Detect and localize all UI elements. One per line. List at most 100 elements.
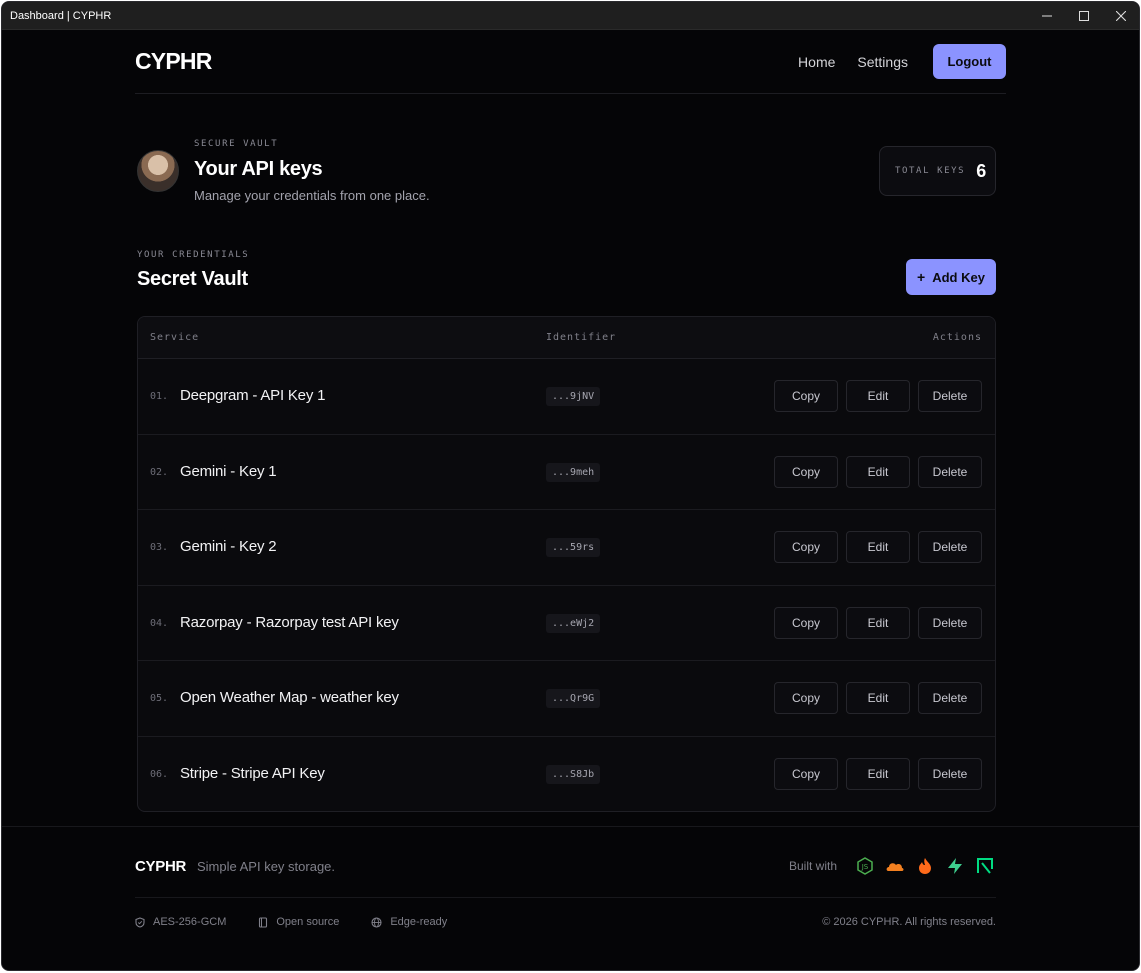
profile-eyebrow: SECURE VAULT: [194, 139, 279, 149]
table-row: 02. Gemini - Key 1 ...9meh Copy Edit Del…: [138, 435, 995, 511]
row-index: 05.: [150, 693, 169, 705]
add-key-label: Add Key: [932, 269, 985, 285]
total-keys-label: TOTAL KEYS: [895, 166, 966, 176]
delete-button[interactable]: Delete: [918, 682, 982, 715]
meta-edge-ready: Edge-ready: [371, 916, 447, 928]
plus-icon: +: [917, 269, 926, 285]
delete-button[interactable]: Delete: [918, 757, 982, 790]
footer-divider: [135, 897, 996, 898]
edit-button[interactable]: Edit: [846, 531, 910, 564]
page-title: Your API keys: [194, 158, 323, 180]
footer-inner: CYPHR Simple API key storage. Built with…: [135, 827, 996, 970]
column-header-actions: Actions: [932, 332, 982, 343]
delete-button[interactable]: Delete: [918, 606, 982, 639]
row-actions: Copy Edit Delete: [766, 606, 982, 639]
edit-button[interactable]: Edit: [846, 682, 910, 715]
shield-icon: [135, 916, 145, 928]
meta-encryption: AES-256-GCM: [135, 916, 226, 928]
row-index: 03.: [150, 542, 169, 554]
footer-logo[interactable]: CYPHR: [135, 858, 186, 875]
edit-button[interactable]: Edit: [846, 380, 910, 412]
footer: CYPHR Simple API key storage. Built with…: [2, 826, 1139, 970]
minimize-icon: [1041, 15, 1052, 16]
edit-button[interactable]: Edit: [846, 606, 910, 639]
row-index: 02.: [150, 466, 169, 478]
row-service: Gemini - Key 1: [180, 462, 277, 480]
row-actions: Copy Edit Delete: [766, 757, 982, 790]
footer-tagline: Simple API key storage.: [197, 859, 336, 874]
table-row: 04. Razorpay - Razorpay test API key ...…: [138, 586, 995, 662]
footer-meta: AES-256-GCM Open source Edge-ready: [135, 916, 479, 928]
meta-edge-ready-label: Edge-ready: [390, 916, 448, 928]
close-icon: [1115, 10, 1126, 21]
copy-button[interactable]: Copy: [774, 606, 838, 639]
copyright: © 2026 CYPHR. All rights reserved.: [822, 916, 996, 928]
table-row: 06. Stripe - Stripe API Key ...S8Jb Copy…: [138, 737, 995, 811]
meta-open-source-label[interactable]: Open source: [276, 916, 339, 928]
delete-button[interactable]: Delete: [918, 531, 982, 564]
row-service: Razorpay - Razorpay test API key: [180, 613, 399, 631]
title-bar: Dashboard | CYPHR: [2, 2, 1139, 30]
edit-button[interactable]: Edit: [846, 455, 910, 488]
row-service: Deepgram - API Key 1: [180, 387, 326, 404]
row-actions: Copy Edit Delete: [766, 682, 982, 715]
row-index: 01.: [150, 391, 169, 402]
copy-button[interactable]: Copy: [774, 380, 838, 412]
vault-title: Secret Vault: [137, 268, 248, 290]
row-identifier: ...59rs: [546, 538, 601, 558]
row-actions: Copy Edit Delete: [766, 380, 982, 412]
window-title: Dashboard | CYPHR: [10, 9, 112, 22]
firebase-icon: [914, 855, 936, 877]
copy-button[interactable]: Copy: [774, 455, 838, 488]
row-index: 06.: [150, 768, 169, 780]
edit-button[interactable]: Edit: [846, 757, 910, 790]
keys-table: Service Identifier Actions 01. Deepgram …: [137, 316, 996, 812]
meta-encryption-label: AES-256-GCM: [153, 916, 227, 928]
window-controls: [1028, 2, 1139, 30]
row-actions: Copy Edit Delete: [766, 531, 982, 564]
table-row: 03. Gemini - Key 2 ...59rs Copy Edit Del…: [138, 510, 995, 586]
row-identifier: ...9jNV: [546, 387, 601, 406]
table-row: 01. Deepgram - API Key 1 ...9jNV Copy Ed…: [138, 359, 995, 435]
copy-button[interactable]: Copy: [774, 531, 838, 564]
row-service: Gemini - Key 2: [180, 538, 277, 556]
app-window: Dashboard | CYPHR CYPHR Home Settings Lo…: [1, 1, 1140, 971]
book-icon: [259, 916, 268, 928]
nodejs-icon: JS: [854, 855, 876, 877]
supabase-icon: [944, 855, 966, 877]
meta-open-source: Open source: [258, 916, 339, 928]
row-identifier: ...9meh: [546, 462, 601, 482]
built-with-label: Built with: [788, 859, 837, 873]
built-with: Built with JS: [789, 855, 996, 877]
row-service: Open Weather Map - weather key: [180, 689, 399, 707]
total-keys-count: 6: [976, 160, 987, 181]
row-identifier: ...eWj2: [546, 613, 601, 633]
nuxt-icon: [974, 855, 996, 877]
delete-button[interactable]: Delete: [918, 455, 982, 488]
profile-header: SECURE VAULT Your API keys Manage your c…: [135, 30, 1006, 203]
table-row: 05. Open Weather Map - weather key ...Qr…: [138, 661, 995, 737]
column-header-identifier: Identifier: [546, 332, 617, 343]
add-key-button[interactable]: + Add Key: [906, 259, 996, 295]
row-service: Stripe - Stripe API Key: [180, 764, 325, 782]
row-identifier: ...Qr9G: [546, 689, 601, 709]
vault-eyebrow: YOUR CREDENTIALS: [137, 250, 250, 260]
page-subtitle: Manage your credentials from one place.: [194, 188, 430, 203]
minimize-button[interactable]: [1028, 2, 1065, 30]
copy-button[interactable]: Copy: [774, 757, 838, 790]
table-header: Service Identifier Actions: [138, 317, 995, 359]
maximize-icon: [1078, 10, 1089, 21]
globe-icon: [371, 916, 382, 928]
row-index: 04.: [150, 617, 169, 629]
row-identifier: ...S8Jb: [546, 764, 601, 784]
page-content: CYPHR Home Settings Logout SECURE VAULT …: [135, 30, 1006, 812]
delete-button[interactable]: Delete: [918, 380, 982, 412]
copy-button[interactable]: Copy: [774, 682, 838, 715]
row-actions: Copy Edit Delete: [766, 455, 982, 488]
maximize-button[interactable]: [1065, 2, 1102, 30]
cloudflare-icon: [884, 855, 906, 877]
total-keys-card: TOTAL KEYS 6: [879, 146, 996, 196]
close-button[interactable]: [1102, 2, 1139, 30]
svg-text:JS: JS: [861, 863, 869, 871]
column-header-service: Service: [150, 332, 200, 343]
